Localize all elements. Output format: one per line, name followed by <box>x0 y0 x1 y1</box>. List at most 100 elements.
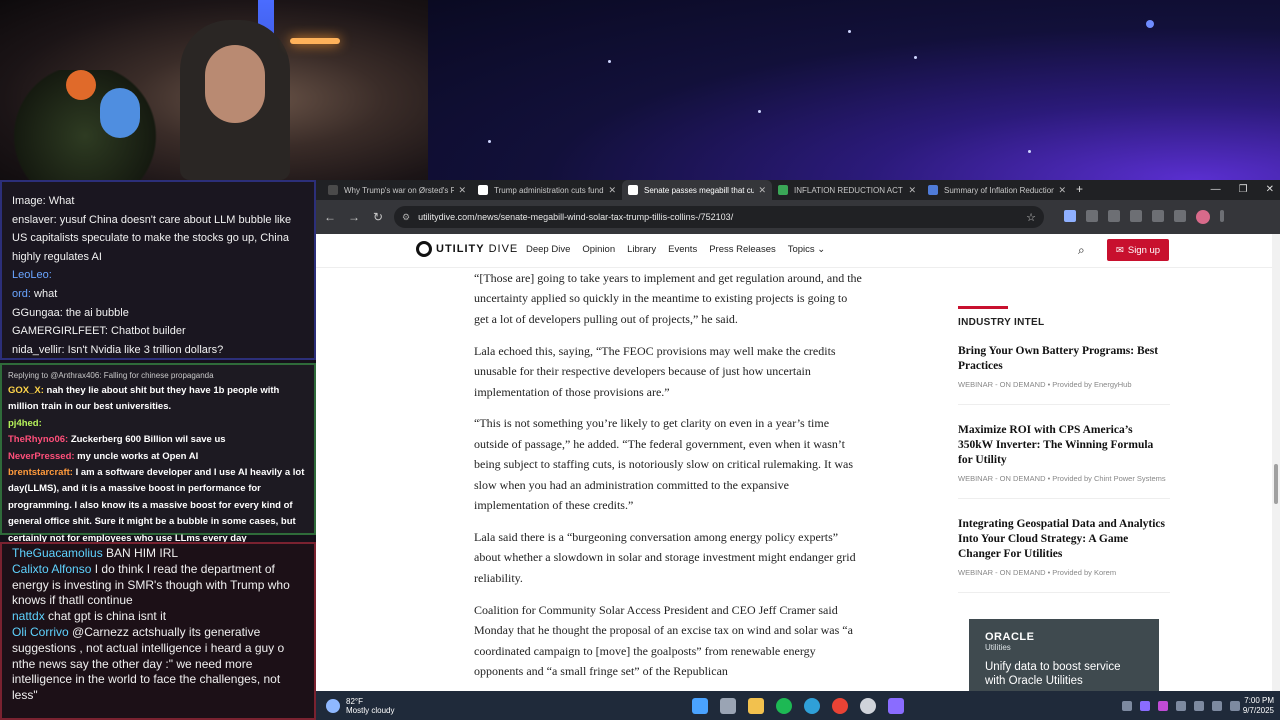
site-info-icon[interactable]: ⚙ <box>402 212 410 223</box>
chat-username[interactable]: nattdx <box>12 609 45 623</box>
weather-widget[interactable]: 82°F Mostly cloudy <box>326 697 394 715</box>
task-view-icon[interactable] <box>720 697 736 714</box>
tab-close-icon[interactable]: ✕ <box>458 185 466 196</box>
chat-username[interactable]: TheRhyno06: <box>8 434 68 445</box>
signup-button[interactable]: ✉ Sign up <box>1107 239 1169 261</box>
chat-username[interactable]: GAMERGIRLFEET: <box>12 325 108 337</box>
browser-tab[interactable]: Trump administration cuts fund ✕ <box>472 180 622 200</box>
browser-tab[interactable]: Summary of Inflation Reduction ✕ <box>922 180 1072 200</box>
address-bar[interactable]: ⚙ utilitydive.com/news/senate-megabill-w… <box>394 206 1044 228</box>
tab-close-icon[interactable]: ✕ <box>608 185 616 196</box>
intel-title-link[interactable]: Maximize ROI with CPS America’s 350kW In… <box>958 423 1170 468</box>
edge-icon[interactable] <box>804 697 820 714</box>
chat-text: BAN HIM IRL <box>102 546 179 560</box>
browser-tab[interactable]: INFLATION REDUCTION ACT O ✕ <box>772 180 922 200</box>
back-button[interactable]: ← <box>322 210 338 224</box>
minimize-button[interactable]: — <box>1211 180 1221 200</box>
intel-title-link[interactable]: Bring Your Own Battery Programs: Best Pr… <box>958 344 1170 374</box>
new-tab-button[interactable]: + <box>1076 180 1083 200</box>
chat-message: enslaver: yusuf China doesn't care about… <box>12 211 306 230</box>
chat-username[interactable]: GOX_X: <box>8 385 44 396</box>
nav-link[interactable]: Library <box>627 244 656 255</box>
url-text: utilitydive.com/news/senate-megabill-win… <box>418 212 734 222</box>
chat-message: nida_vellir: Isn't Nvidia like 3 trillio… <box>12 341 306 360</box>
chat-text: What <box>45 195 75 207</box>
tray-icon[interactable] <box>1176 700 1186 711</box>
mail-icon: ✉ <box>1115 244 1124 256</box>
tray-icon[interactable] <box>1194 700 1204 711</box>
site-logo[interactable]: UTILITY DIVE <box>416 241 518 257</box>
downloads-icon[interactable] <box>1174 210 1186 222</box>
browser-tab[interactable]: Why Trump's war on Ørsted's R ✕ <box>322 180 472 200</box>
signup-label: Sign up <box>1127 244 1161 256</box>
tray-icon[interactable] <box>1122 700 1132 711</box>
wifi-icon[interactable] <box>1212 700 1222 711</box>
tray-icon[interactable] <box>1158 700 1168 711</box>
extension-icon[interactable] <box>1086 210 1098 222</box>
reload-button[interactable]: ↻ <box>370 210 386 224</box>
intel-item[interactable]: Bring Your Own Battery Programs: Best Pr… <box>958 344 1170 405</box>
chat-username[interactable]: ord: <box>12 288 31 300</box>
extension-icon[interactable] <box>1130 210 1142 222</box>
article-paragraph: “This is not something you’re likely to … <box>474 416 854 513</box>
system-tray <box>1122 700 1240 711</box>
extensions-area <box>1064 210 1224 224</box>
tray-icon[interactable] <box>1140 700 1150 711</box>
chat-username[interactable]: TheGuacamolius <box>12 546 103 560</box>
extension-icon[interactable] <box>1108 210 1120 222</box>
chat-username[interactable]: nida_vellir: <box>12 344 65 356</box>
spotify-icon[interactable] <box>776 697 792 714</box>
obs-icon[interactable] <box>860 697 876 714</box>
volume-icon[interactable] <box>1230 700 1240 711</box>
menu-icon[interactable] <box>1220 210 1224 222</box>
chat-username[interactable]: pj4hed: <box>8 418 42 429</box>
scrollbar-thumb[interactable] <box>1274 464 1278 504</box>
star <box>758 110 761 113</box>
nav-link[interactable]: Press Releases <box>709 244 776 255</box>
nav-link[interactable]: Deep Dive <box>526 244 570 255</box>
browser-tab[interactable]: Senate passes megabill that cu ✕ <box>622 180 772 200</box>
chat-section-top: Image: What enslaver: yusuf China doesn't… <box>0 180 316 360</box>
site-nav: Deep Dive Opinion Library Events Press Relea… <box>526 244 825 255</box>
intel-meta: WEBINAR - ON DEMAND • Provided by Energy… <box>958 380 1132 389</box>
intel-title-link[interactable]: Integrating Geospatial Data and Analytic… <box>958 517 1170 562</box>
profile-avatar[interactable] <box>1196 210 1210 224</box>
chat-username[interactable]: LeoLeo: <box>12 269 52 281</box>
maximize-button[interactable]: ❐ <box>1239 180 1248 200</box>
file-explorer-icon[interactable] <box>748 697 764 714</box>
tab-label: Why Trump's war on Ørsted's R <box>344 185 455 195</box>
start-icon[interactable] <box>692 697 708 714</box>
chat-username[interactable]: enslaver: <box>12 214 57 226</box>
system-clock[interactable]: 7:00 PM 9/7/2025 <box>1243 696 1274 716</box>
nav-link[interactable]: Opinion <box>582 244 615 255</box>
chat-username[interactable]: Image: <box>12 195 46 207</box>
chat-message: Calixto Alfonso I do think I read the de… <box>12 562 306 609</box>
nav-bar: ← → ↻ ⚙ utilitydive.com/news/senate-mega… <box>316 200 1280 234</box>
tab-close-icon[interactable]: ✕ <box>908 185 916 196</box>
tab-close-icon[interactable]: ✕ <box>1058 185 1066 196</box>
search-icon[interactable]: ⌕ <box>1078 243 1092 257</box>
extension-icon[interactable] <box>1064 210 1076 222</box>
nav-link[interactable]: Topics ⌄ <box>788 244 826 255</box>
chat-username[interactable]: GGungaa: <box>12 307 63 319</box>
chat-username[interactable]: Calixto Alfonso <box>12 562 91 576</box>
chat-message: TheGuacamolius BAN HIM IRL <box>12 546 306 562</box>
chat-username[interactable]: brentstarcraft: <box>8 467 73 478</box>
chat-username[interactable]: Oli Corrivo <box>12 625 69 639</box>
intel-item[interactable]: Integrating Geospatial Data and Analytic… <box>958 517 1170 593</box>
chrome-icon[interactable] <box>832 697 848 714</box>
close-window-button[interactable]: ✕ <box>1266 180 1274 200</box>
bookmark-star-icon[interactable]: ☆ <box>1026 211 1036 224</box>
chat-section-bottom: TheGuacamolius BAN HIM IRL Calixto Alfons… <box>0 542 316 720</box>
forward-button[interactable]: → <box>346 210 362 224</box>
tab-close-icon[interactable]: ✕ <box>758 185 766 196</box>
chat-username[interactable]: NeverPressed: <box>8 451 75 462</box>
chat-text: yusuf China doesn't care about LLM bubbl… <box>56 213 292 226</box>
app-icon[interactable] <box>888 697 904 714</box>
sidebar-icon[interactable] <box>1152 210 1164 222</box>
oracle-ad[interactable]: ORACLE Utilities Unify data to boost ser… <box>969 619 1159 691</box>
intel-item[interactable]: Maximize ROI with CPS America’s 350kW In… <box>958 423 1170 499</box>
planet <box>1146 20 1154 28</box>
page-scrollbar[interactable] <box>1272 234 1280 691</box>
nav-link[interactable]: Events <box>668 244 697 255</box>
